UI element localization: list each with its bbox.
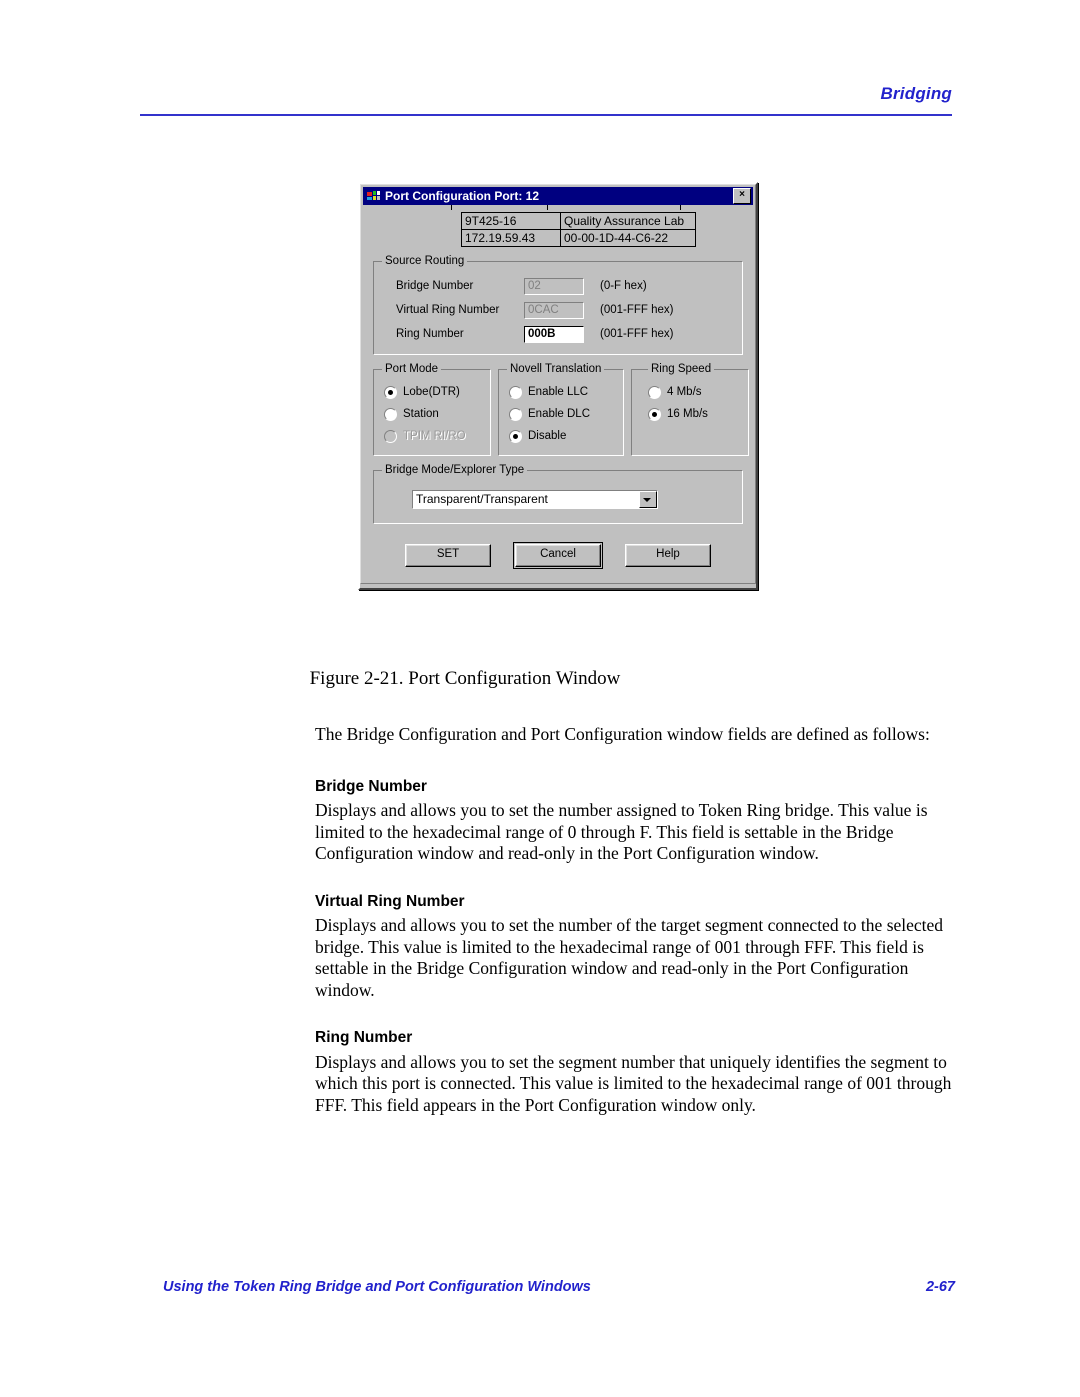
page-footer: Using the Token Ring Bridge and Port Con… [163,1279,955,1295]
radio-label: 16 Mb/s [667,408,708,420]
set-button[interactable]: SET [405,544,491,567]
input-bridge-number: 02 [524,277,584,295]
footer-text: Using the Token Ring Bridge and Port Con… [163,1279,591,1295]
clipped-row-decoration [369,205,747,210]
label-bridge-number: Bridge Number [396,280,474,292]
device-info-table: 9T425-16 Quality Assurance Lab 172.19.59… [461,212,696,247]
group-port-mode: Port Mode Lobe(DTR) Station TPIM RI/RO [373,363,491,456]
field-row-ring-number: Ring Number 000B (001-FFF hex) [396,322,734,346]
dialog-inner-frame: Port Configuration Port: 12 × 9T425-16 Q… [360,184,756,584]
dialog-body: 9T425-16 Quality Assurance Lab 172.19.59… [363,210,753,581]
heading-virtual-ring-number: Virtual Ring Number [315,892,465,910]
radio-label: Enable LLC [528,386,589,398]
intro-paragraph: The Bridge Configuration and Port Config… [315,724,930,744]
group-novell-translation: Novell Translation Enable LLC Enable DLC… [498,363,624,456]
radio-icon [509,429,522,443]
heading-ring-number: Ring Number [315,1029,413,1046]
radio-icon [384,429,397,443]
radio-icon [648,385,661,399]
group-bridge-mode-explorer-type: Bridge Mode/Explorer Type Transparent/Tr… [373,464,743,524]
group-ring-speed: Ring Speed 4 Mb/s 16 Mb/s [631,363,749,456]
input-ring-number[interactable]: 000B [524,325,584,343]
table-row: 9T425-16 Quality Assurance Lab [461,212,696,230]
header-rule [140,114,952,116]
device-ip-cell: 172.19.59.43 [461,229,561,247]
label-virtual-ring-number: Virtual Ring Number [396,304,500,316]
radio-label: Disable [528,430,567,442]
definition-bridge-number: Displays and allows you to set the numbe… [315,800,928,863]
ring-speed-spacer [638,425,742,447]
chevron-down-icon[interactable] [639,491,657,508]
hint-bridge-number: (0-F hex) [600,280,647,292]
radio-icon [509,385,522,399]
radio-icon [648,407,661,421]
radio-icon [509,407,522,421]
radio-port-mode-lobe-dtr[interactable]: Lobe(DTR) [380,381,484,403]
close-icon[interactable]: × [733,188,751,204]
page-number: 2-67 [925,1279,955,1295]
device-mac-cell: 00-00-1D-44-C6-22 [560,229,696,247]
dialog-titlebar[interactable]: Port Configuration Port: 12 × [363,187,753,205]
table-row: 172.19.59.43 00-00-1D-44-C6-22 [461,229,696,247]
select-value: Transparent/Transparent [416,492,548,506]
body-content: The Bridge Configuration and Port Config… [315,724,955,1142]
radio-novell-enable-llc[interactable]: Enable LLC [505,381,617,403]
radio-label: Station [403,408,439,420]
radio-ring-speed-4mbs[interactable]: 4 Mb/s [638,381,742,403]
hint-virtual-ring-number: (001-FFF hex) [600,304,674,316]
help-button[interactable]: Help [625,544,711,567]
group-label-bridge-mode: Bridge Mode/Explorer Type [382,464,528,476]
radio-icon [384,385,397,399]
radio-novell-enable-dlc[interactable]: Enable DLC [505,403,617,425]
application-icon [366,189,381,203]
radio-label: Lobe(DTR) [403,386,460,398]
dialog-title: Port Configuration Port: 12 [385,189,539,203]
port-configuration-dialog: Port Configuration Port: 12 × 9T425-16 Q… [358,182,758,590]
group-label-port-mode: Port Mode [382,363,442,375]
radio-novell-disable[interactable]: Disable [505,425,617,447]
device-name-cell: 9T425-16 [461,212,561,230]
header-title: Bridging [880,84,952,103]
figure-port-configuration: Port Configuration Port: 12 × 9T425-16 Q… [0,182,1080,590]
group-label-novell-translation: Novell Translation [507,363,605,375]
dialog-button-row: SET Cancel Help [373,542,743,569]
radio-label: TPIM RI/RO [403,430,466,442]
select-bridge-mode-explorer-type[interactable]: Transparent/Transparent [412,490,658,509]
page-header: Bridging [140,84,952,122]
radio-port-mode-station[interactable]: Station [380,403,484,425]
radio-ring-speed-16mbs[interactable]: 16 Mb/s [638,403,742,425]
group-label-ring-speed: Ring Speed [648,363,715,375]
input-virtual-ring-number: 0CAC [524,301,584,319]
figure-caption: Figure 2-21. Port Configuration Window [309,668,621,689]
definition-virtual-ring-number: Displays and allows you to set the numbe… [315,915,944,1000]
heading-bridge-number: Bridge Number [315,777,427,795]
radio-icon [384,407,397,421]
field-row-virtual-ring-number: Virtual Ring Number 0CAC (001-FFF hex) [396,298,734,322]
hint-ring-number: (001-FFF hex) [600,328,674,340]
group-source-routing: Source Routing Bridge Number 02 (0-F hex… [373,255,743,355]
field-row-bridge-number: Bridge Number 02 (0-F hex) [396,274,734,298]
definition-ring-number: Displays and allows you to set the segme… [315,1051,952,1115]
group-label-source-routing: Source Routing [382,255,468,267]
radio-port-mode-tpim-ri-ro: TPIM RI/RO [380,425,484,447]
radio-label: 4 Mb/s [667,386,702,398]
device-location-cell: Quality Assurance Lab [560,212,696,230]
label-ring-number: Ring Number [396,328,464,340]
radio-label: Enable DLC [528,408,591,420]
radio-groups-row: Port Mode Lobe(DTR) Station TPIM RI/RO N… [373,363,749,456]
cancel-button[interactable]: Cancel [513,542,603,569]
